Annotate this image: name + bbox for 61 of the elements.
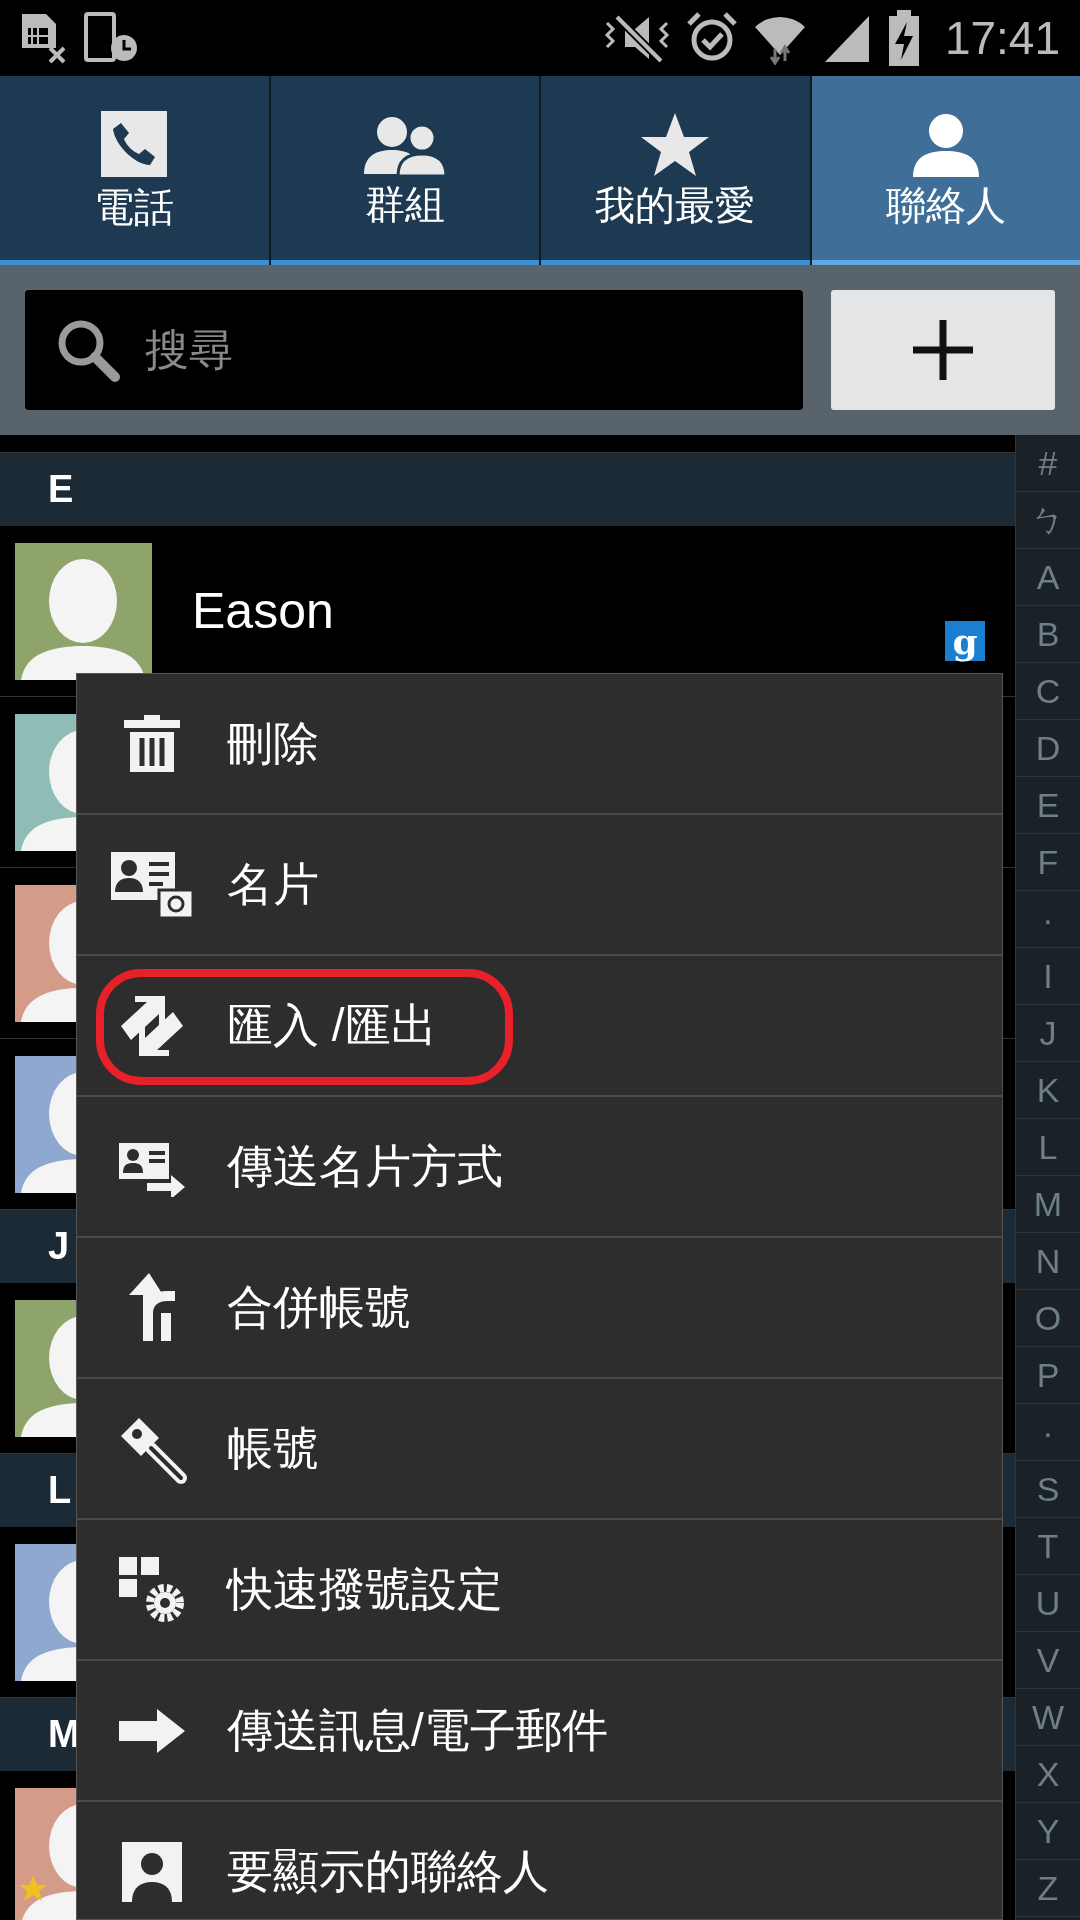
menu-item[interactable]: 合併帳號 [77,1238,1002,1379]
index-letter[interactable]: O [1016,1290,1080,1347]
index-letter[interactable]: ㄅ [1016,492,1080,549]
index-letter[interactable]: · [1016,1404,1080,1461]
menu-item[interactable]: 快速撥號設定 [77,1520,1002,1661]
add-contact-button[interactable] [831,290,1055,410]
index-letter[interactable]: · [1016,891,1080,948]
index-letter[interactable]: # [1016,435,1080,492]
index-letter[interactable]: V [1016,1632,1080,1689]
index-letter[interactable]: S [1016,1461,1080,1518]
index-letter[interactable]: U [1016,1575,1080,1632]
merge-arrow-icon [127,1272,177,1343]
menu-item[interactable]: 刪除 [77,674,1002,815]
mute-icon [602,13,671,63]
menu-item[interactable]: 匯入 /匯出 [77,956,1002,1097]
plus-icon [911,318,975,382]
index-letter[interactable]: N [1016,1233,1080,1290]
dial-gear-icon [117,1554,187,1625]
account-badge: g [945,621,985,661]
tab[interactable]: 我的最愛 [541,76,810,265]
index-letter[interactable]: I [1016,948,1080,1005]
trash-icon [122,713,182,774]
index-letter[interactable]: K [1016,1062,1080,1119]
index-letter[interactable]: M [1016,1176,1080,1233]
menu-item[interactable]: 帳號 [77,1379,1002,1520]
index-letter[interactable]: A [1016,549,1080,606]
index-letter[interactable]: L [1016,1119,1080,1176]
index-letter[interactable]: T [1016,1518,1080,1575]
index-letter[interactable]: E [1016,777,1080,834]
index-letter[interactable]: Y [1016,1803,1080,1860]
search-field[interactable]: 搜尋 [25,290,803,410]
menu-item[interactable]: 傳送名片方式 [77,1097,1002,1238]
menu-item[interactable]: 傳送訊息/電子郵件 [77,1661,1002,1802]
section-letter: J [48,1224,70,1269]
index-letter[interactable]: C [1016,663,1080,720]
menu-item[interactable]: 要顯示的聯絡人 [77,1802,1002,1919]
person-icon [910,111,981,177]
index-letter[interactable]: F [1016,834,1080,891]
tab[interactable]: 聯絡人 [811,76,1080,265]
index-letter[interactable]: P [1016,1347,1080,1404]
person-icon [120,1839,184,1904]
clock-time: 17:41 [944,10,1060,66]
tab[interactable]: 電話 [0,76,269,265]
section-letter: L [48,1468,72,1513]
star-icon [640,111,711,177]
contact-name: Eason [192,581,334,641]
index-letter[interactable]: J [1016,1005,1080,1062]
tab[interactable]: 群組 [270,76,539,265]
arrow-right-icon [117,1708,187,1753]
menu-item[interactable]: 名片 [77,815,1002,956]
device-clock-icon [84,12,140,64]
index-letter[interactable]: Z [1016,1860,1080,1917]
index-letter[interactable]: D [1016,720,1080,777]
contact-card-icon [109,849,195,920]
phone-icon [99,109,170,179]
sim-card-icon [20,12,68,64]
index-letter[interactable]: W [1016,1689,1080,1746]
index-letter[interactable]: B [1016,606,1080,663]
index-letter[interactable]: X [1016,1746,1080,1803]
section-letter: E [48,467,74,512]
battery-charging-icon [886,10,921,66]
